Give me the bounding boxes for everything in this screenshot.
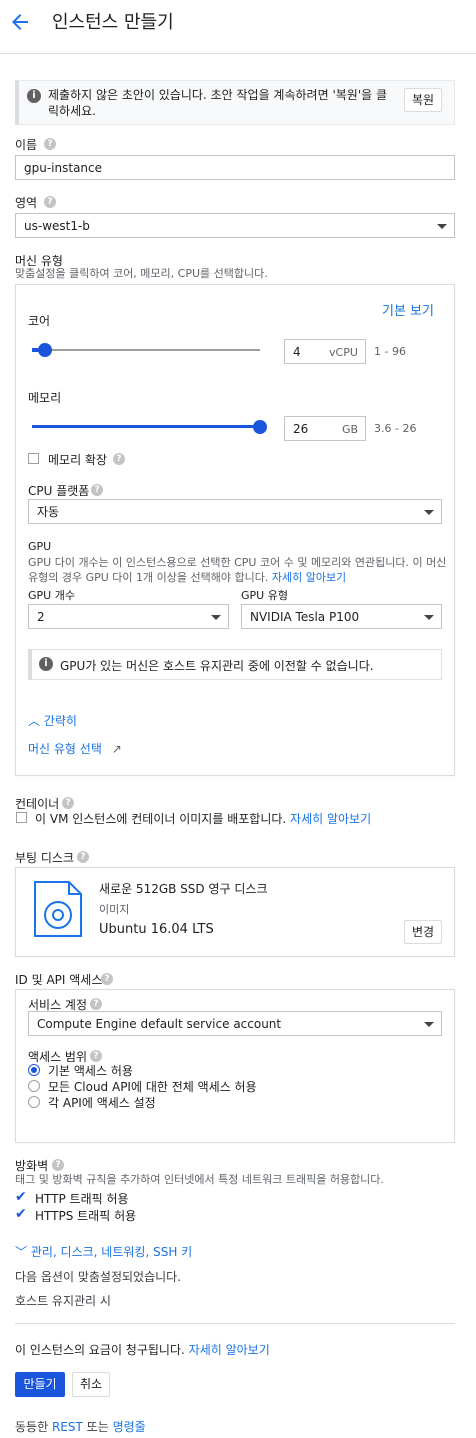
cpu-platform-label: CPU 플랫폼 <box>28 484 90 498</box>
cores-unit: vCPU <box>329 346 358 359</box>
boot-disk-title: 새로운 512GB SSD 영구 디스크 <box>99 882 268 896</box>
help-icon[interactable]: ? <box>101 973 113 985</box>
gpu-type-label: GPU 유형 <box>241 589 288 602</box>
gpu-warning-text: GPU가 있는 머신은 호스트 유지관리 중에 이전할 수 없습니다. <box>60 659 374 673</box>
memory-slider-thumb[interactable] <box>253 420 267 434</box>
advanced-options-link[interactable]: ﹀ 관리, 디스크, 네트워킹, SSH 키 <box>15 1243 192 1260</box>
scope-radio-each[interactable] <box>28 1096 40 1108</box>
boot-disk-image-label: 이미지 <box>99 903 130 916</box>
cancel-button[interactable]: 취소 <box>72 1372 110 1397</box>
zone-label: 영역 <box>15 196 38 210</box>
extend-memory-checkbox[interactable] <box>28 453 39 464</box>
name-label: 이름 <box>15 138 38 152</box>
container-checkbox[interactable] <box>16 812 27 823</box>
memory-label: 메모리 <box>28 391 62 405</box>
rest-link[interactable]: REST <box>52 1420 83 1434</box>
scope-radio-full[interactable] <box>28 1080 40 1092</box>
gpu-type-select[interactable]: NVIDIA Tesla P100 <box>241 604 442 629</box>
memory-unit: GB <box>342 423 359 436</box>
scope-label-each: 각 API에 액세스 설정 <box>48 1096 156 1110</box>
host-maintenance-text: 호스트 유지관리 시 <box>15 1294 111 1308</box>
change-button[interactable]: 변경 <box>404 920 442 944</box>
back-arrow-icon[interactable] <box>8 10 32 34</box>
boot-disk-image: Ubuntu 16.04 LTS <box>99 922 214 937</box>
scope-label-full: 모든 Cloud API에 대한 전체 액세스 허용 <box>48 1080 257 1094</box>
https-checkbox[interactable]: ✔ <box>15 1207 29 1221</box>
chevron-down-icon <box>211 615 221 620</box>
zone-select[interactable]: us-west1-b <box>15 213 455 238</box>
billing-learn-more-link[interactable]: 자세히 알아보기 <box>189 1343 270 1357</box>
collapse-link[interactable]: ︿ 간략히 <box>28 712 77 729</box>
chevron-up-icon: ︿ <box>28 714 41 728</box>
divider <box>15 1323 455 1324</box>
select-machine-type-link[interactable]: 머신 유형 선택 ↗ <box>28 740 122 757</box>
info-icon: i <box>39 657 53 671</box>
restore-button[interactable]: 복원 <box>404 88 442 112</box>
help-icon[interactable]: ? <box>44 196 56 208</box>
billing-text: 이 인스턴스의 요금이 청구됩니다. 자세히 알아보기 <box>15 1343 270 1357</box>
scope-radio-default[interactable] <box>28 1064 40 1076</box>
customized-text: 다음 옵션이 맞춤설정되었습니다. <box>15 1270 182 1284</box>
memory-slider-track[interactable] <box>32 425 260 428</box>
https-label: HTTPS 트래픽 허용 <box>35 1209 137 1223</box>
cores-range: 1 - 96 <box>374 345 406 358</box>
name-input[interactable]: gpu-instance <box>15 155 455 180</box>
cores-slider-track[interactable] <box>32 349 260 351</box>
chevron-down-icon <box>424 615 434 620</box>
extend-memory-label: 메모리 확장 <box>48 453 108 467</box>
identity-label: ID 및 API 액세스 <box>15 973 103 987</box>
chevron-down-icon: ﹀ <box>15 1245 28 1259</box>
equivalent-footer: 동등한 REST 또는 명령줄 <box>15 1420 146 1434</box>
cores-label: 코어 <box>28 314 51 328</box>
help-icon[interactable]: ? <box>44 138 56 150</box>
http-label: HTTP 트래픽 허용 <box>35 1192 129 1206</box>
basic-view-link[interactable]: 기본 보기 <box>382 300 434 319</box>
help-icon[interactable]: ? <box>62 797 74 809</box>
notice-text: 제출하지 않은 초안이 있습니다. 초안 작업을 계속하려면 '복원'을 클 릭… <box>48 88 388 118</box>
gpu-description-line2: 유형의 경우 GPU 다이 1개 이상을 선택해야 합니다. 자세히 알아보기 <box>28 571 347 584</box>
gpu-title: GPU <box>28 540 52 553</box>
firewall-subtitle: 태그 및 방화벽 규칙을 추가하여 인터넷에서 특정 네트워크 트래픽을 허용합… <box>15 1173 384 1186</box>
help-icon[interactable]: ? <box>113 453 125 465</box>
boot-disk-label: 부팅 디스크 <box>15 851 75 865</box>
chevron-down-icon <box>424 1022 434 1027</box>
help-icon[interactable]: ? <box>90 1050 102 1062</box>
help-icon[interactable]: ? <box>52 1159 64 1171</box>
memory-range: 3.6 - 26 <box>374 422 417 435</box>
info-icon: i <box>27 89 41 103</box>
help-icon[interactable]: ? <box>77 851 89 863</box>
chevron-down-icon <box>424 510 434 515</box>
scope-label-default: 기본 액세스 허용 <box>48 1064 133 1078</box>
container-checkbox-label: 이 VM 인스턴스에 컨테이너 이미지를 배포합니다. 자세히 알아보기 <box>35 812 372 826</box>
external-link-icon: ↗ <box>111 742 122 756</box>
gpu-learn-more-link[interactable]: 자세히 알아보기 <box>272 571 346 584</box>
container-learn-more-link[interactable]: 자세히 알아보기 <box>290 812 371 826</box>
disk-icon <box>34 881 82 937</box>
page-title: 인스턴스 만들기 <box>52 12 174 33</box>
chevron-down-icon <box>437 224 447 229</box>
gpu-count-select[interactable]: 2 <box>28 604 229 629</box>
help-icon[interactable]: ? <box>91 484 103 496</box>
help-icon[interactable]: ? <box>90 998 102 1010</box>
gpu-count-label: GPU 개수 <box>28 589 75 602</box>
command-line-link[interactable]: 명령줄 <box>113 1420 146 1434</box>
create-button[interactable]: 만들기 <box>15 1372 65 1397</box>
cpu-platform-select[interactable]: 자동 <box>28 499 442 524</box>
http-checkbox[interactable]: ✔ <box>15 1190 29 1204</box>
machine-type-subtitle: 맞춤설정을 클릭하여 코어, 메모리, CPU를 선택합니다. <box>15 267 268 280</box>
cores-slider-thumb[interactable] <box>38 343 52 357</box>
service-account-select[interactable]: Compute Engine default service account <box>28 1011 442 1036</box>
gpu-description-line1: GPU 다이 개수는 이 인스턴스용으로 선택한 CPU 코어 수 및 메모리와… <box>28 556 447 569</box>
